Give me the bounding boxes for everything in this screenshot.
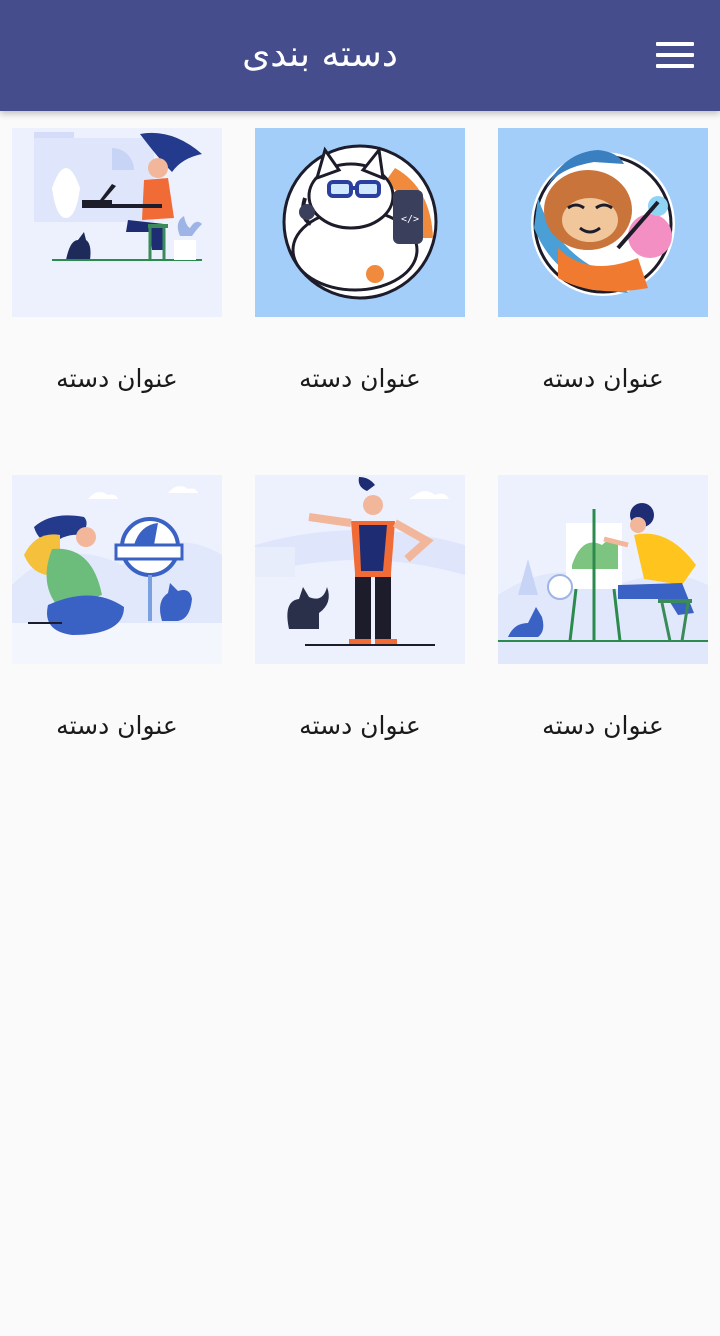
sloth-painter-icon [498, 128, 708, 317]
category-card[interactable]: عنوان دسته [498, 128, 708, 439]
artist-painting-icon [498, 475, 708, 664]
category-card[interactable]: عنوان دسته [255, 475, 465, 786]
category-title: عنوان دسته [542, 363, 664, 393]
app-bar: دسته بندی [0, 0, 720, 111]
menu-button[interactable] [648, 34, 702, 78]
woman-laptop-icon [12, 128, 222, 317]
category-title: عنوان دسته [56, 363, 178, 393]
category-image [12, 128, 222, 317]
category-image [498, 128, 708, 317]
category-title: عنوان دسته [299, 363, 421, 393]
category-card[interactable]: عنوان دسته [12, 475, 222, 786]
man-presenting-icon [255, 475, 465, 664]
category-image [12, 475, 222, 664]
category-image: </> [255, 128, 465, 317]
category-card[interactable]: عنوان دسته [12, 128, 222, 439]
category-image [255, 475, 465, 664]
svg-text:</>: </> [401, 214, 419, 225]
category-title: عنوان دسته [299, 710, 421, 740]
cat-programmer-icon: </> [255, 128, 465, 317]
category-title: عنوان دسته [542, 710, 664, 740]
category-image [498, 475, 708, 664]
page-title: دسته بندی [242, 34, 398, 75]
category-card[interactable]: </> عنوان دسته [255, 128, 465, 439]
hiker-sign-icon [12, 475, 222, 664]
category-card[interactable]: عنوان دسته [498, 475, 708, 786]
hamburger-menu-icon [656, 42, 694, 68]
category-title: عنوان دسته [56, 710, 178, 740]
